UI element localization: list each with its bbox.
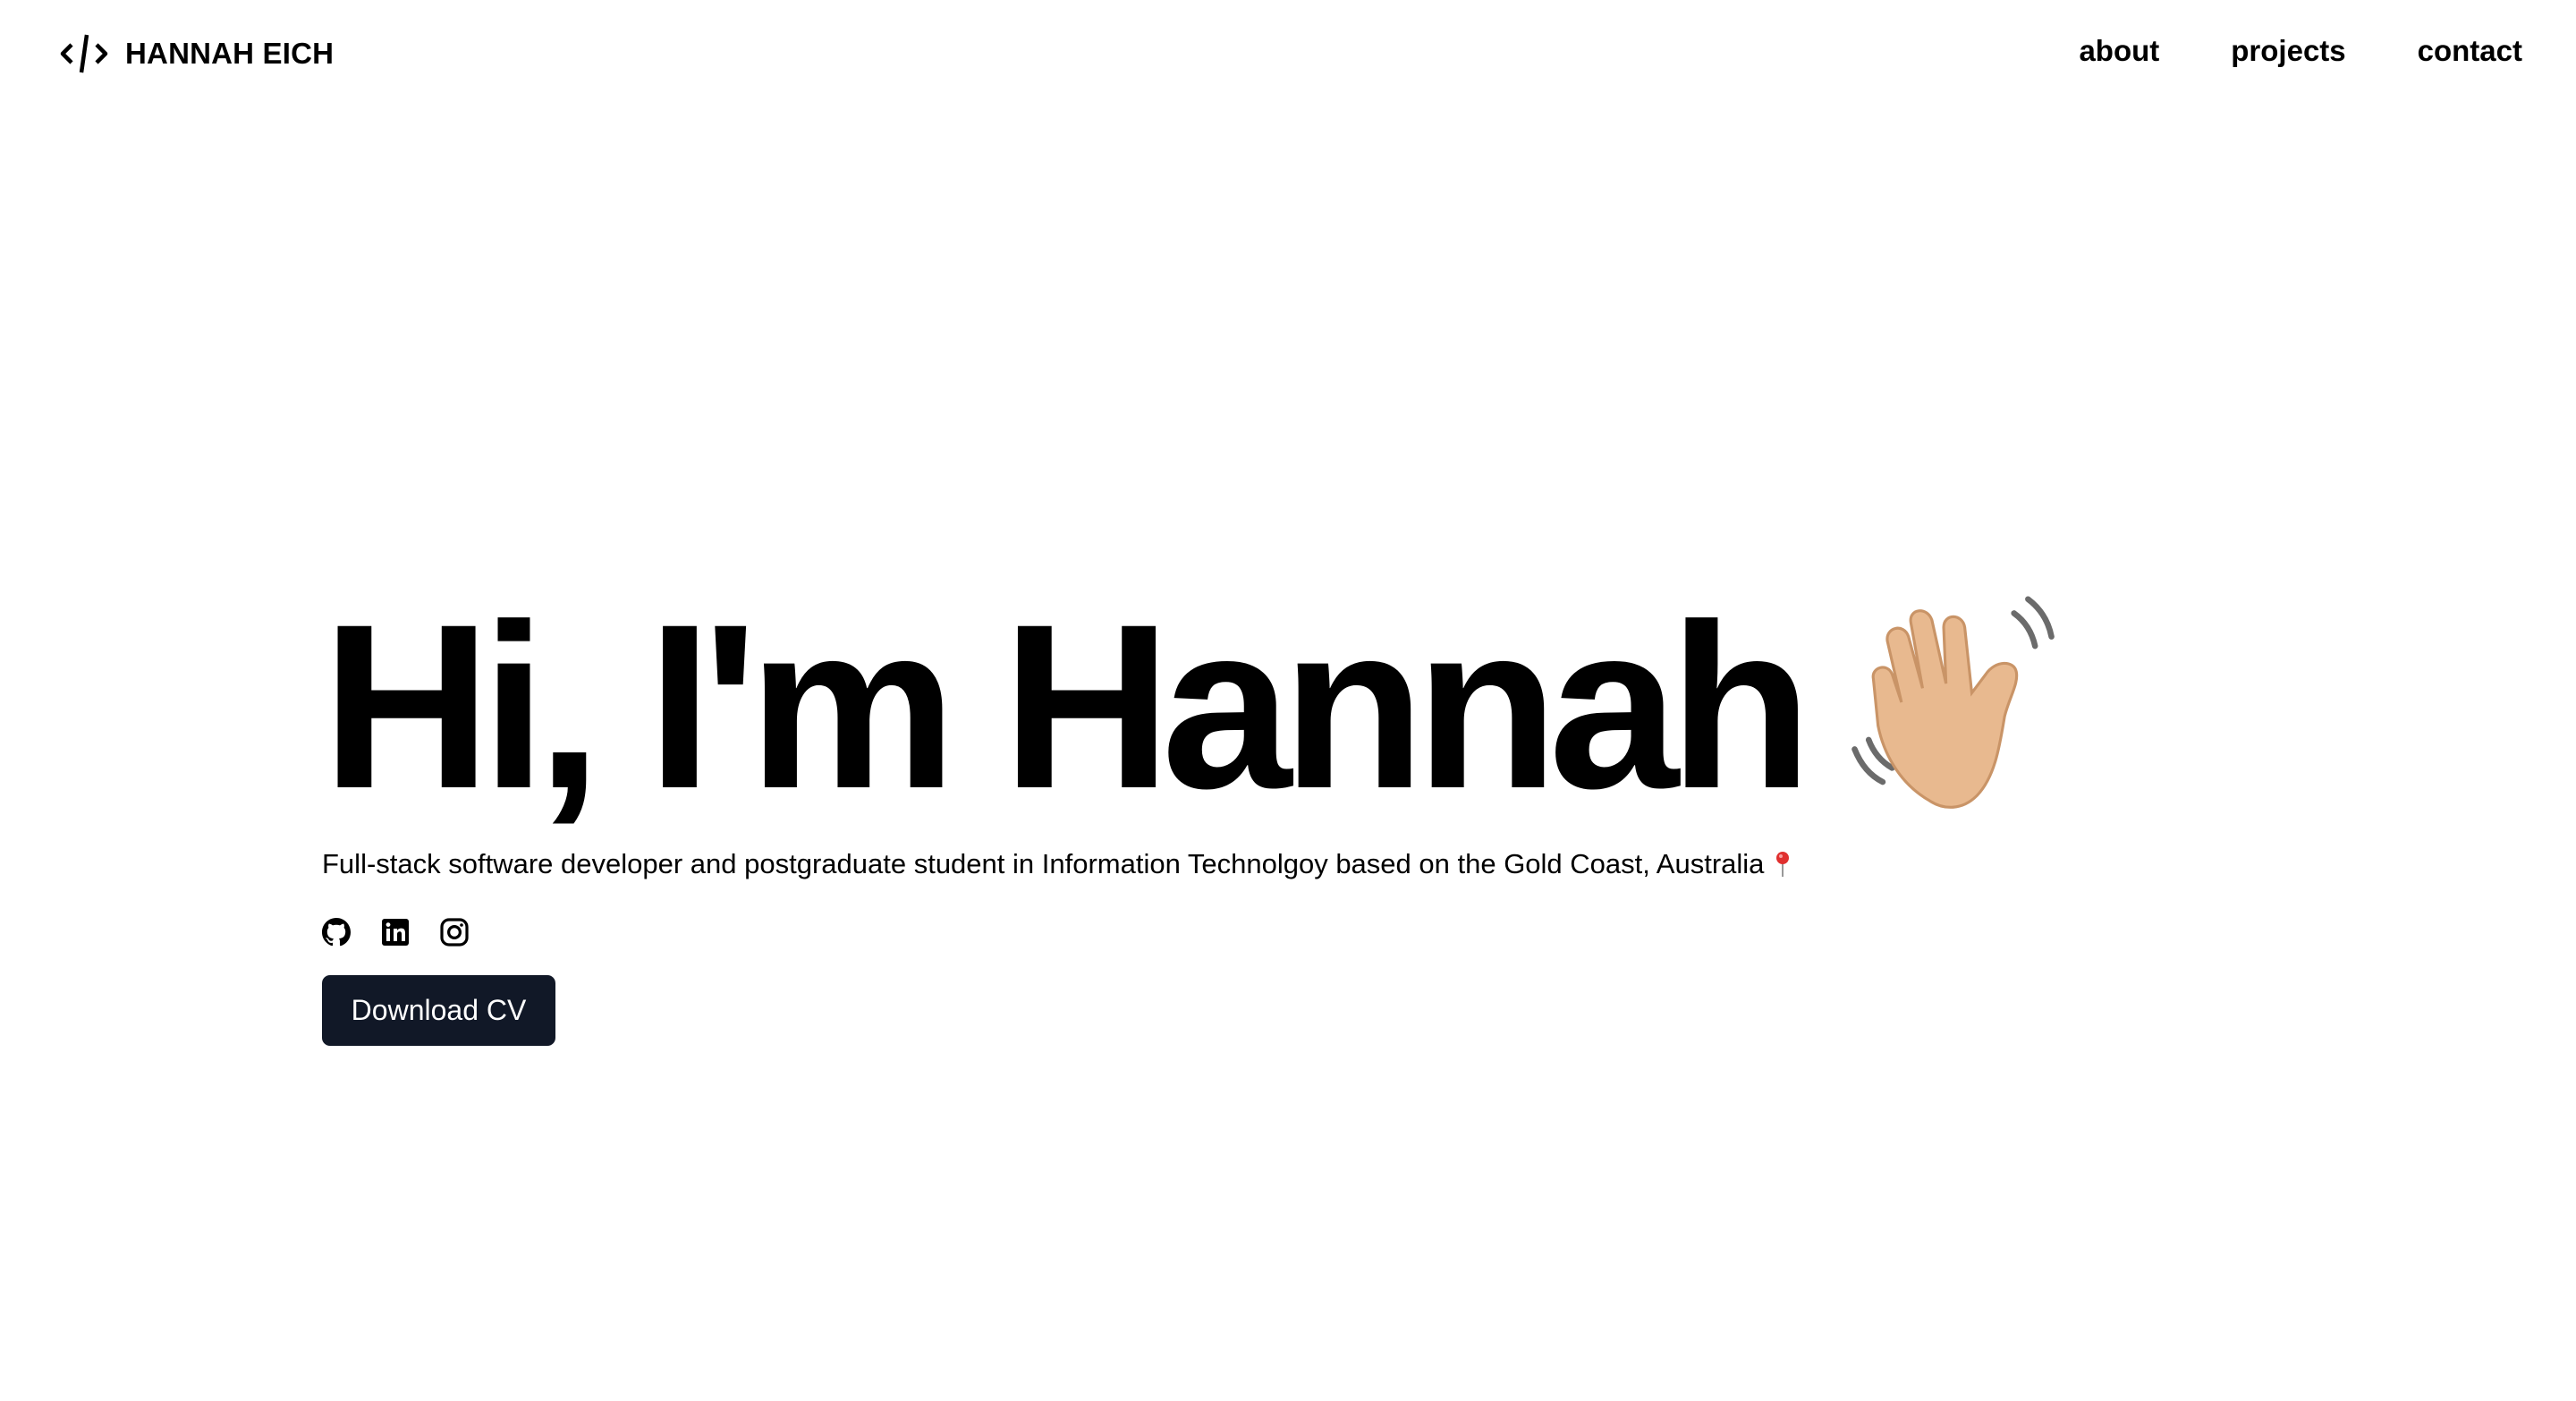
nav-about[interactable]: about <box>2079 34 2159 68</box>
main-nav: about projects contact <box>2079 34 2522 68</box>
nav-contact[interactable]: contact <box>2418 34 2522 68</box>
download-cv-button[interactable]: Download CV <box>322 975 555 1046</box>
instagram-link[interactable] <box>440 918 469 947</box>
linkedin-link[interactable] <box>381 918 410 947</box>
brand-name: HANNAH EICH <box>125 37 335 70</box>
github-link[interactable] <box>322 918 351 947</box>
hero-subtitle-row: Full-stack software developer and postgr… <box>322 848 1792 880</box>
hero-subtitle: Full-stack software developer and postgr… <box>322 848 1765 879</box>
brand-logo-link[interactable]: HANNAH EICH <box>59 32 334 75</box>
hero-section: Hi, I'm Hannah <box>322 573 2080 841</box>
github-icon <box>322 918 351 947</box>
waving-hand-icon <box>1852 596 2055 809</box>
instagram-icon <box>440 918 469 947</box>
nav-projects[interactable]: projects <box>2231 34 2345 68</box>
pushpin-icon <box>1776 852 1790 877</box>
social-links <box>322 918 469 947</box>
code-slash-icon <box>60 34 108 73</box>
hero-title: Hi, I'm Hannah <box>322 575 1812 837</box>
linkedin-icon <box>382 919 409 946</box>
